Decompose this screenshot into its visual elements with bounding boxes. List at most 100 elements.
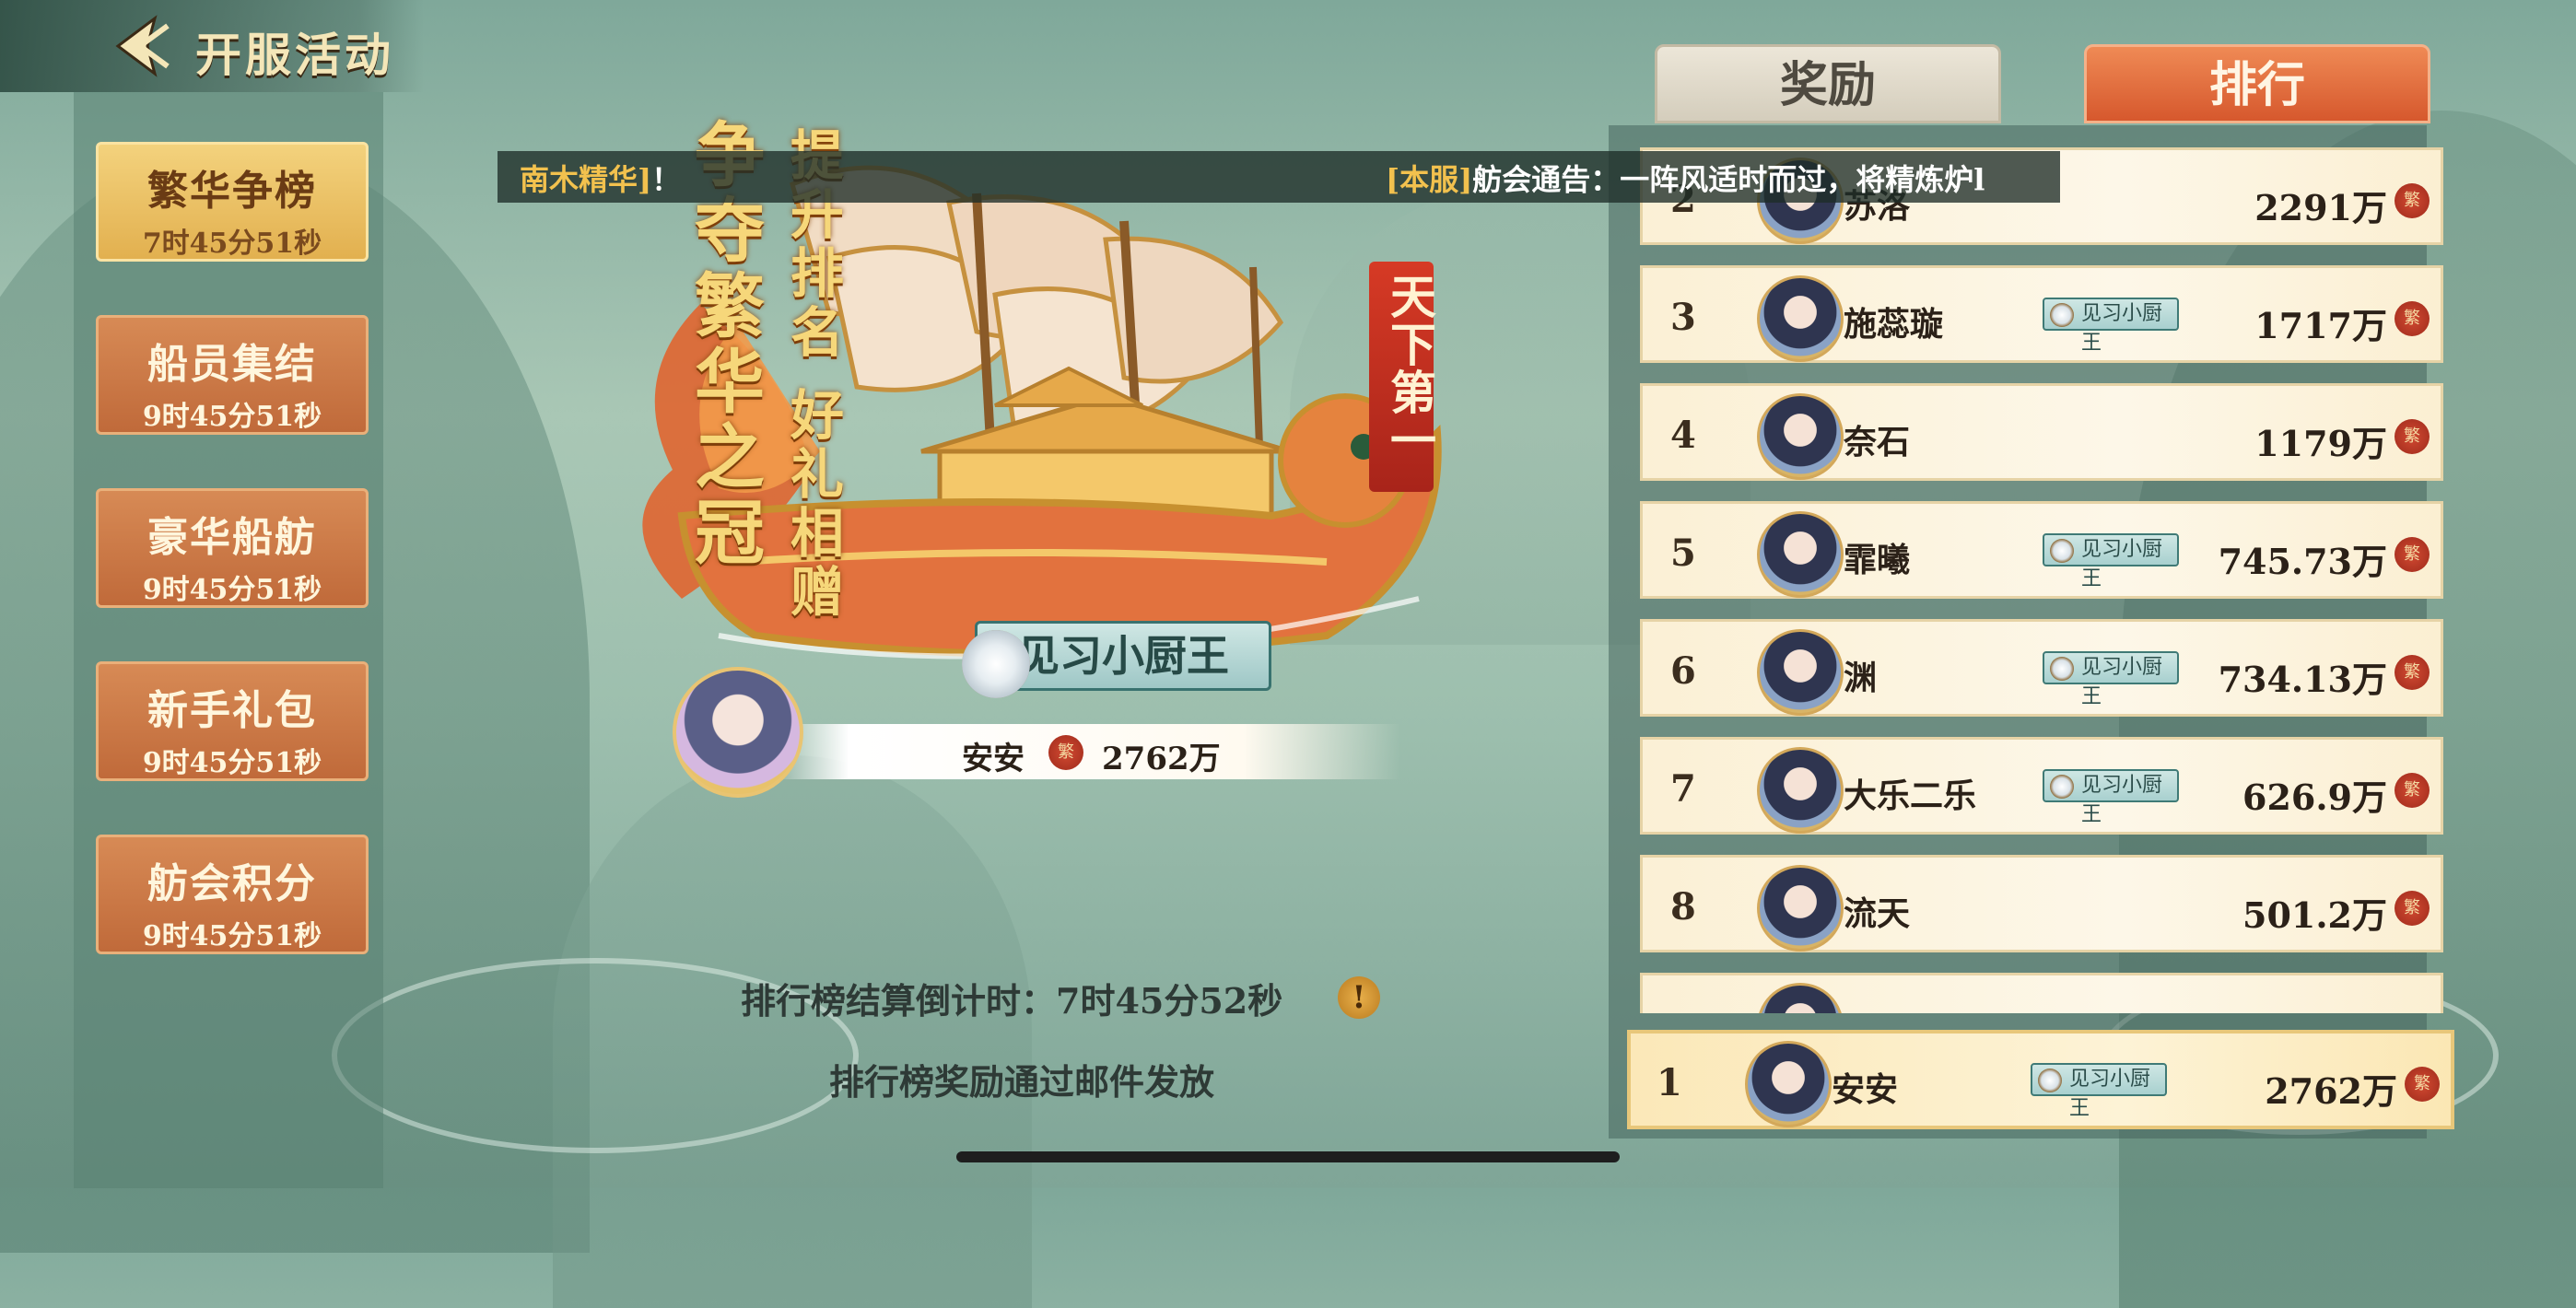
- coin-icon: 繁: [2405, 1067, 2440, 1102]
- marquee-text-left: 南木精华]！: [520, 157, 681, 199]
- title-badge: 见习小厨王: [2043, 651, 2179, 708]
- rank-countdown: 排行榜结算倒计时：7时45分52秒: [741, 980, 1283, 1022]
- marquee-suffix: ！: [651, 162, 682, 197]
- title-badge-label: 见习小厨王: [2081, 538, 2163, 590]
- sidebar-item-prosperity-rank[interactable]: 繁华争榜 7时45分51秒: [96, 142, 369, 262]
- exclamation-icon[interactable]: !: [1338, 976, 1380, 1019]
- rank-number: 6: [1670, 649, 1696, 693]
- list-item[interactable]: 3 施蕊璇 见习小厨王 1717万 繁: [1640, 265, 2443, 363]
- avatar[interactable]: [673, 667, 803, 798]
- first-place-banner-text: 天下第一: [1383, 273, 1437, 464]
- avatar[interactable]: [1757, 983, 1844, 1013]
- player-score: 1179万: [2254, 423, 2387, 464]
- player-name: 渊: [1844, 659, 1878, 697]
- chef-pot-icon: [2050, 539, 2074, 563]
- avatar[interactable]: [1757, 865, 1844, 952]
- player-score: 501.2万: [2242, 894, 2387, 936]
- player-score: 2762万: [2265, 1070, 2397, 1112]
- coin-icon: 繁: [2395, 655, 2430, 690]
- chef-pot-icon: [2038, 1069, 2062, 1092]
- chef-pot-icon: [2050, 775, 2074, 799]
- list-item[interactable]: 7 大乐二乐 见习小厨王 626.9万 繁: [1640, 737, 2443, 835]
- sidebar-item-guild-points[interactable]: 舫会积分 9时45分51秒: [96, 835, 369, 954]
- player-name: 大乐二乐: [1844, 777, 1977, 815]
- title-badge: 见习小厨王: [2043, 769, 2179, 826]
- list-item[interactable]: 8 流天 501.2万 繁: [1640, 855, 2443, 952]
- winner-info-bar: [774, 724, 1400, 779]
- mail-reward-note: 排行榜奖励通过邮件发放: [829, 1061, 1215, 1103]
- coin-icon: 繁: [2395, 419, 2430, 454]
- sidebar-item-label: 新手礼包: [147, 687, 317, 734]
- player-score: 2291万: [2254, 187, 2387, 228]
- chef-pot-icon: [2050, 657, 2074, 681]
- activity-sidebar: 繁华争榜 7时45分51秒 船员集结 9时45分51秒 豪华船舫 9时45分51…: [74, 92, 383, 1188]
- coin-icon: 繁: [2395, 891, 2430, 926]
- avatar[interactable]: [1757, 393, 1844, 480]
- title-badge-label: 见习小厨王: [2081, 656, 2163, 708]
- sidebar-item-luxury-boat[interactable]: 豪华船舫 9时45分51秒: [96, 488, 369, 608]
- player-score: 734.13万: [2218, 659, 2387, 700]
- ranking-list[interactable]: 2 苏洛 2291万 繁 3 施蕊璇 见习小厨王 1717万 繁 4 奈石 11…: [1640, 147, 2443, 1013]
- marquee-message: 舫会通告：一阵风适时而过，将精炼炉l: [1472, 162, 1985, 197]
- chef-pot-icon: [962, 630, 1030, 698]
- coin-icon: 繁: [2395, 773, 2430, 808]
- player-score: 1717万: [2254, 305, 2387, 346]
- rank-number: 5: [1670, 531, 1696, 575]
- coin-icon: 繁: [2395, 183, 2430, 218]
- player-score: 626.9万: [2242, 777, 2387, 818]
- announcement-marquee: 南木精华]！ [本服]舫会通告：一阵风适时而过，将精炼炉l: [498, 151, 2060, 203]
- title-badge-label: 见习小厨王: [2069, 1068, 2151, 1120]
- title-badge: 见习小厨王: [2043, 298, 2179, 355]
- player-name: 施蕊璇: [1844, 305, 1944, 344]
- rank-number: 3: [1670, 296, 1696, 339]
- sidebar-item-timer: 9时45分51秒: [142, 747, 322, 779]
- title-badge: 见习小厨王: [2031, 1063, 2167, 1120]
- sidebar-item-label: 繁华争榜: [147, 168, 317, 215]
- avatar[interactable]: [1745, 1041, 1832, 1127]
- avatar[interactable]: [1757, 275, 1844, 362]
- coin-icon: 繁: [2395, 301, 2430, 336]
- player-score: 745.73万: [2218, 541, 2387, 582]
- sidebar-item-label: 舫会积分: [147, 860, 317, 907]
- title-badge-label: 见习小厨王: [2081, 774, 2163, 826]
- list-item[interactable]: 5 霏曦 见习小厨王 745.73万 繁: [1640, 501, 2443, 599]
- marquee-text-right: [本服]舫会通告：一阵风适时而过，将精炼炉l: [1386, 157, 1985, 199]
- sidebar-item-timer: 9时45分51秒: [142, 574, 322, 606]
- top-bar: 开服活动: [0, 0, 424, 92]
- player-name: 安安: [1832, 1070, 1899, 1109]
- sidebar-item-timer: 7时45分51秒: [142, 228, 322, 260]
- sidebar-item-crew-gather[interactable]: 船员集结 9时45分51秒: [96, 315, 369, 435]
- sidebar-item-label: 豪华船舫: [147, 514, 317, 561]
- back-arrow-icon[interactable]: [101, 13, 175, 79]
- list-item[interactable]: [1640, 973, 2443, 1013]
- winner-score: 2762万: [1102, 741, 1221, 777]
- tab-reward[interactable]: 奖励: [1655, 44, 2001, 123]
- server-tag: [本服]: [1386, 162, 1473, 197]
- player-name: 流天: [1844, 894, 1911, 933]
- first-place-banner: 天下第一: [1369, 262, 1437, 492]
- avatar[interactable]: [1757, 747, 1844, 834]
- sidebar-item-label: 船员集结: [147, 341, 317, 388]
- player-name: 霏曦: [1844, 541, 1911, 579]
- home-indicator[interactable]: [956, 1151, 1620, 1162]
- avatar[interactable]: [1757, 511, 1844, 598]
- sidebar-item-timer: 9时45分51秒: [142, 401, 322, 433]
- player-name: 奈石: [1844, 423, 1911, 461]
- sidebar-item-timer: 9时45分51秒: [142, 920, 322, 952]
- coin-icon: 繁: [2395, 537, 2430, 572]
- rank-number: 8: [1670, 885, 1696, 928]
- list-item[interactable]: 6 渊 见习小厨王 734.13万 繁: [1640, 619, 2443, 717]
- my-rank-row[interactable]: 1 安安 见习小厨王 2762万 繁: [1627, 1030, 2454, 1129]
- rank-number: 4: [1670, 414, 1696, 457]
- rank-number: 7: [1670, 767, 1696, 811]
- tab-rank[interactable]: 排行: [2084, 44, 2430, 123]
- avatar[interactable]: [1757, 629, 1844, 716]
- title-badge: 见习小厨王: [2043, 533, 2179, 590]
- marquee-item-name: 南木精华]: [520, 162, 652, 197]
- rank-number: 1: [1657, 1061, 1682, 1104]
- winner-name: 安安: [962, 741, 1025, 777]
- sidebar-item-newbie-pack[interactable]: 新手礼包 9时45分51秒: [96, 661, 369, 781]
- list-item[interactable]: 4 奈石 1179万 繁: [1640, 383, 2443, 481]
- coin-icon: 繁: [1048, 735, 1083, 770]
- page-title: 开服活动: [195, 28, 394, 82]
